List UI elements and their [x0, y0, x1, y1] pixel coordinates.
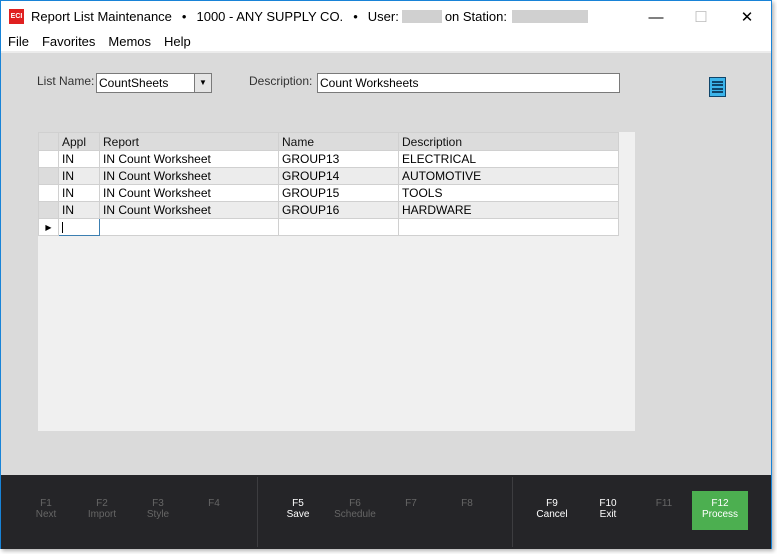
- close-button[interactable]: ✕: [737, 7, 757, 27]
- list-name-value: CountSheets: [99, 76, 169, 90]
- fkey-f8-button[interactable]: F8: [439, 491, 495, 530]
- cell-description[interactable]: ELECTRICAL: [398, 150, 619, 168]
- fkey-label: Save: [286, 509, 310, 520]
- menu-help[interactable]: Help: [157, 32, 197, 51]
- fkey-key: F11: [655, 498, 673, 509]
- table-row[interactable]: IN IN Count Worksheet GROUP14 AUTOMOTIVE: [38, 167, 619, 185]
- fkey-key: F1: [40, 498, 52, 509]
- col-name[interactable]: Name: [278, 132, 399, 151]
- menu-file[interactable]: File: [1, 32, 35, 51]
- fkey-label: Next: [35, 509, 57, 520]
- cell-appl[interactable]: IN: [58, 184, 100, 202]
- fkey-key: F4: [208, 498, 220, 509]
- menu-memos[interactable]: Memos: [101, 32, 157, 51]
- menu-bar: File Favorites Memos Help: [1, 32, 771, 51]
- table-row[interactable]: IN IN Count Worksheet GROUP15 TOOLS: [38, 184, 619, 202]
- cell-appl[interactable]: IN: [58, 150, 100, 168]
- fkey-f10-button[interactable]: F10 Exit: [580, 491, 636, 530]
- report-grid: Appl Report Name Description IN IN Count …: [38, 132, 635, 431]
- list-name-label: List Name:: [37, 74, 95, 88]
- cell-name[interactable]: GROUP14: [278, 167, 399, 185]
- fkey-f9-button[interactable]: F9 Cancel: [524, 491, 580, 530]
- fkey-key: F6: [349, 498, 361, 509]
- fkey-key: F2: [96, 498, 108, 509]
- fkey-key: F10: [599, 498, 617, 509]
- fkey-f2-button[interactable]: F2 Import: [74, 491, 130, 530]
- fkey-label: Exit: [599, 509, 617, 520]
- cell-report[interactable]: IN Count Worksheet: [99, 167, 279, 185]
- function-key-bar: F1 Next F2 Import F3 Style F4 F5 Save F6 Schedule F…: [1, 475, 771, 549]
- description-label: Description:: [249, 74, 313, 88]
- cell-name[interactable]: GROUP15: [278, 184, 399, 202]
- fkey-label: Process: [701, 509, 739, 520]
- list-icon[interactable]: [709, 77, 726, 97]
- cell-name[interactable]: [278, 218, 399, 236]
- col-appl[interactable]: Appl: [58, 132, 100, 151]
- menu-favorites[interactable]: Favorites: [35, 32, 101, 51]
- cell-name[interactable]: GROUP16: [278, 201, 399, 219]
- maximize-button[interactable]: ☐: [691, 7, 711, 27]
- cell-report[interactable]: IN Count Worksheet: [99, 184, 279, 202]
- eci-logo: ECI: [9, 9, 24, 24]
- title-text: Report List Maintenance: [31, 9, 172, 24]
- fkey-key: F8: [461, 498, 473, 509]
- window-title: Report List Maintenance • 1000 - ANY SUP…: [31, 9, 591, 24]
- cell-name[interactable]: GROUP13: [278, 150, 399, 168]
- dropdown-arrow-icon[interactable]: ▼: [99, 219, 100, 234]
- fkey-key: F9: [546, 498, 558, 509]
- table-row[interactable]: IN IN Count Worksheet GROUP16 HARDWARE: [38, 201, 619, 219]
- row-pointer-icon: ▶: [38, 218, 59, 236]
- fkey-label: Style: [146, 509, 170, 520]
- fkey-f6-button[interactable]: F6 Schedule: [327, 491, 383, 530]
- fkey-label: Import: [87, 509, 117, 520]
- fkey-key: F5: [292, 498, 304, 509]
- company-text: 1000 - ANY SUPPLY CO.: [196, 9, 344, 24]
- cell-report[interactable]: IN Count Worksheet: [99, 150, 279, 168]
- cell-appl[interactable]: IN: [58, 201, 100, 219]
- fkey-label: Cancel: [536, 509, 568, 520]
- list-name-combo[interactable]: CountSheets ▼: [96, 73, 212, 93]
- redacted-user: [401, 10, 442, 23]
- redacted-station: [511, 10, 588, 23]
- fkey-label: Schedule: [334, 509, 376, 520]
- cell-report[interactable]: [99, 218, 279, 236]
- cell-description[interactable]: HARDWARE: [398, 201, 619, 219]
- table-row[interactable]: IN IN Count Worksheet GROUP13 ELECTRICAL: [38, 150, 619, 168]
- fkey-f11-button[interactable]: F11: [636, 491, 692, 530]
- corner-header: [38, 132, 59, 151]
- station-label: on Station:: [444, 9, 507, 24]
- fkey-f1-button[interactable]: F1 Next: [18, 491, 74, 530]
- main-panel: List Name: CountSheets ▼ Description: Co…: [1, 51, 771, 475]
- fkey-key: F12: [711, 498, 729, 509]
- cell-report[interactable]: IN Count Worksheet: [99, 201, 279, 219]
- app-window: ECI Report List Maintenance • 1000 - ANY…: [0, 0, 772, 549]
- cell-description[interactable]: AUTOMOTIVE: [398, 167, 619, 185]
- description-value: Count Worksheets: [320, 76, 419, 90]
- appl-combo-editor[interactable]: ▼: [58, 218, 100, 236]
- user-label: User:: [367, 9, 399, 24]
- col-report[interactable]: Report: [99, 132, 279, 151]
- cell-description[interactable]: [398, 218, 619, 236]
- fkey-f7-button[interactable]: F7: [383, 491, 439, 530]
- col-description[interactable]: Description: [398, 132, 619, 151]
- fkey-key: F7: [405, 498, 417, 509]
- dropdown-arrow-icon[interactable]: ▼: [194, 74, 211, 92]
- fkey-key: F3: [152, 498, 164, 509]
- fkey-f12-button[interactable]: F12 Process: [692, 491, 748, 530]
- fkey-f5-button[interactable]: F5 Save: [270, 491, 326, 530]
- new-row[interactable]: ▶ ▼: [38, 218, 619, 236]
- fkey-f3-button[interactable]: F3 Style: [130, 491, 186, 530]
- description-input[interactable]: Count Worksheets: [317, 73, 620, 93]
- title-separator: •: [181, 9, 187, 24]
- title-separator: •: [353, 9, 358, 24]
- minimize-button[interactable]: —: [646, 7, 666, 27]
- cell-description[interactable]: TOOLS: [398, 184, 619, 202]
- cell-appl[interactable]: IN: [58, 167, 100, 185]
- fkey-f4-button[interactable]: F4: [186, 491, 242, 530]
